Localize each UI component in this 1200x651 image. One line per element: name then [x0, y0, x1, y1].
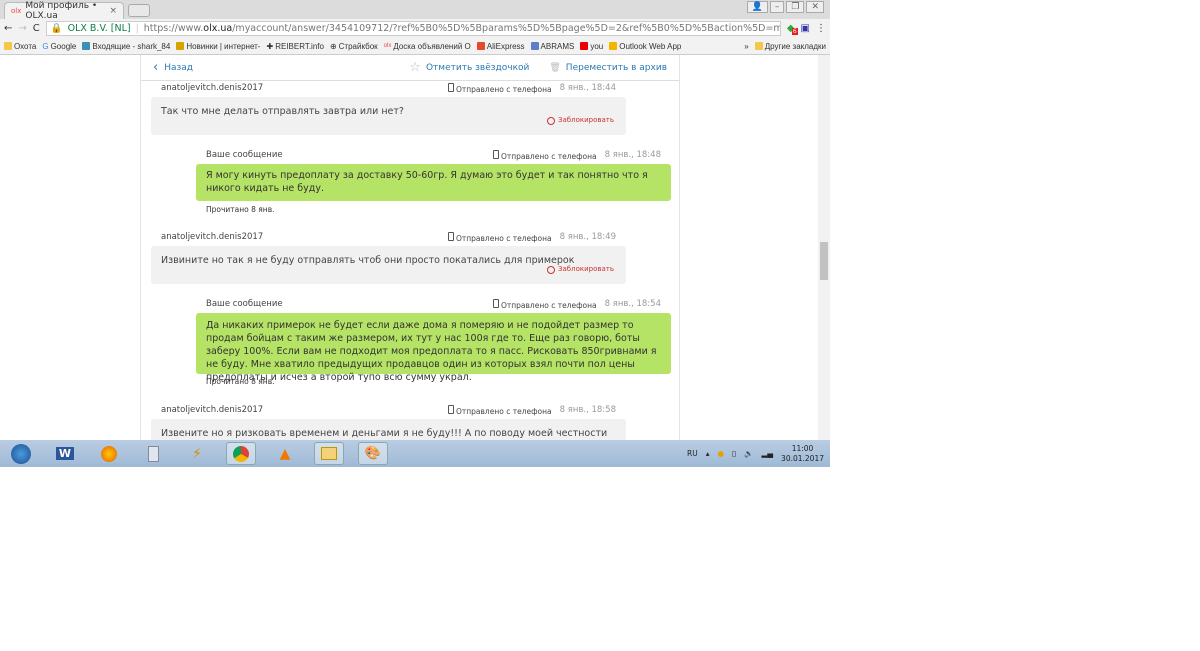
reload-icon[interactable]: C	[33, 23, 40, 34]
paint-icon[interactable]: 🎨	[358, 442, 388, 465]
bookmark-item[interactable]: G Google	[42, 42, 76, 51]
page-content: ‹ Назад ☆ Отметить звёздочкой 🗑 Переместить…	[0, 55, 818, 459]
browser-toolbar: ← → C 🔒 OLX B.V. [NL] | https://www.olx.…	[0, 19, 830, 38]
block-icon	[547, 265, 556, 274]
new-tab-button[interactable]	[128, 4, 150, 17]
clock[interactable]: 11:00 30.01.2017	[781, 444, 824, 464]
bookmark-item[interactable]: ABRAMS	[530, 42, 574, 51]
message-meta: Ваше сообщение Отправлено с телефона 8 ян…	[206, 298, 661, 310]
user-icon[interactable]: 👤	[746, 1, 768, 13]
incoming-message: Так что мне делать отправлять завтра или…	[151, 97, 626, 135]
bookmark-item[interactable]: ⊕ Страйкбок	[330, 42, 378, 51]
window-controls: 👤 – ❐ ✕	[746, 1, 824, 13]
restore-button[interactable]: ❐	[786, 1, 805, 13]
phone-icon	[492, 298, 499, 308]
scrollbar-thumb[interactable]	[820, 242, 828, 280]
power-icon[interactable]: ▯	[732, 449, 736, 458]
tray-app-icon[interactable]: ●	[717, 449, 724, 458]
chrome-icon[interactable]	[226, 442, 256, 465]
browser-window: olx Мой профиль • OLX.ua × 👤 – ❐ ✕ ← → C 🔒 …	[0, 0, 830, 467]
outgoing-message: Я могу кинуть предоплату за доставку 50-…	[196, 164, 671, 201]
language-indicator[interactable]: RU	[687, 449, 698, 458]
tab-title: Мой профиль • OLX.ua	[25, 1, 98, 21]
read-status: Прочитано 8 янв.	[206, 205, 275, 214]
bookmarks-more[interactable]: »	[744, 42, 748, 51]
address-bar[interactable]: 🔒 OLX B.V. [NL] | https://www.olx.ua/mya…	[45, 21, 781, 36]
phone-icon	[447, 82, 454, 92]
back-link[interactable]: ‹ Назад	[153, 60, 193, 75]
phone-icon	[492, 149, 499, 159]
windows-taskbar: W ⚡ ▲ 🎨 RU ▴ ● ▯ 🔈 ▂▄ 11:00 30.01.2017	[0, 440, 830, 467]
extension-icon-2[interactable]: ▣	[801, 23, 810, 34]
chevron-left-icon: ‹	[153, 60, 159, 75]
block-button[interactable]: Заблокировать	[547, 114, 614, 127]
trash-icon: 🗑	[549, 62, 561, 73]
bookmark-item[interactable]: olx Доска объявлений О	[384, 42, 471, 51]
conversation-header: ‹ Назад ☆ Отметить звёздочкой 🗑 Переместить…	[141, 55, 679, 81]
phone-icon	[447, 231, 454, 241]
vlc-icon[interactable]: ▲	[270, 442, 300, 465]
conversation-column: ‹ Назад ☆ Отметить звёздочкой 🗑 Переместить…	[140, 55, 680, 459]
bookmark-item[interactable]: you	[580, 42, 603, 51]
system-tray: RU ▴ ● ▯ 🔈 ▂▄ 11:00 30.01.2017	[687, 444, 824, 464]
winamp-icon[interactable]: ⚡	[182, 442, 212, 465]
close-window-button[interactable]: ✕	[806, 1, 824, 13]
read-status: Прочитано 8 янв.	[206, 377, 275, 386]
extension-icon[interactable]: ◆ 6	[787, 23, 798, 35]
star-button[interactable]: ☆ Отметить звёздочкой	[409, 60, 529, 75]
volume-icon[interactable]: 🔈	[744, 449, 753, 458]
menu-icon[interactable]: ⋮	[816, 23, 826, 34]
close-tab-icon[interactable]: ×	[109, 6, 117, 16]
tray-expand-icon[interactable]: ▴	[706, 449, 710, 458]
firefox-icon[interactable]	[94, 442, 124, 465]
bookmark-item[interactable]: Входящие - shark_84	[82, 42, 170, 51]
word-icon[interactable]: W	[50, 442, 80, 465]
message-meta: anatoljevitch.denis2017 Отправлено с тел…	[161, 82, 616, 94]
tab-strip: olx Мой профиль • OLX.ua × 👤 – ❐ ✕	[0, 0, 830, 21]
bookmark-item[interactable]: Новинки | интернет-	[176, 42, 260, 51]
lock-icon: 🔒	[50, 23, 63, 34]
bookmarks-bar: Охота G Google Входящие - shark_84 Новинк…	[0, 38, 830, 55]
block-icon	[547, 116, 556, 125]
message-meta: Ваше сообщение Отправлено с телефона 8 ян…	[206, 149, 661, 161]
bookmark-item[interactable]: ✚ REIBERT.info	[266, 42, 323, 51]
forward-icon[interactable]: →	[18, 23, 26, 34]
back-icon[interactable]: ←	[4, 23, 12, 34]
start-button[interactable]	[6, 442, 36, 465]
explorer-icon[interactable]	[314, 442, 344, 465]
network-icon[interactable]: ▂▄	[762, 449, 774, 458]
archive-button[interactable]: 🗑 Переместить в архив	[549, 60, 667, 75]
bookmark-item[interactable]: Охота	[4, 42, 36, 51]
security-label: OLX B.V. [NL]	[67, 23, 131, 34]
message-meta: anatoljevitch.denis2017 Отправлено с тел…	[161, 231, 616, 243]
calculator-icon[interactable]	[138, 442, 168, 465]
browser-tab[interactable]: olx Мой профиль • OLX.ua ×	[4, 1, 124, 21]
phone-icon	[447, 404, 454, 414]
incoming-message: Извините но так я не буду отправлять что…	[151, 246, 626, 284]
url-text: https://www.olx.ua/myaccount/answer/3454…	[143, 23, 780, 34]
bookmark-item[interactable]: AliExpress	[476, 42, 525, 51]
star-icon: ☆	[409, 60, 421, 75]
olx-favicon-icon: olx	[11, 7, 22, 15]
block-button[interactable]: Заблокировать	[547, 263, 614, 276]
bookmark-item[interactable]: Outlook Web App	[609, 42, 681, 51]
other-bookmarks[interactable]: Другие закладки	[754, 42, 826, 51]
message-meta: anatoljevitch.denis2017 Отправлено с тел…	[161, 404, 616, 416]
outgoing-message: Да никаких примерок не будет если даже д…	[196, 313, 671, 383]
minimize-button[interactable]: –	[769, 1, 785, 13]
